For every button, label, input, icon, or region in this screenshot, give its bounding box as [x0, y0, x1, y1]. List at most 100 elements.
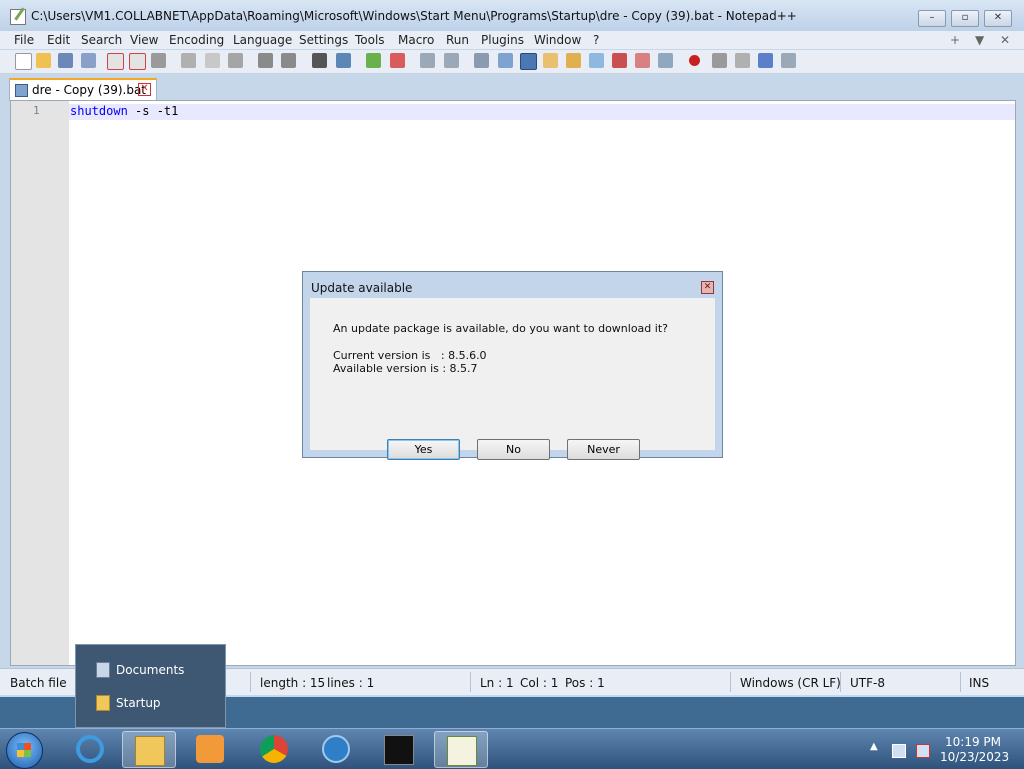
status-filetype: Batch file	[10, 676, 67, 690]
zoom-in-icon[interactable]	[366, 53, 381, 68]
title-bar[interactable]: C:\Users\VM1.COLLABNET\AppData\Roaming\M…	[0, 0, 1024, 32]
sync-horizontal-icon[interactable]	[444, 53, 459, 68]
documents-icon	[96, 662, 110, 678]
code-keyword: shutdown	[70, 104, 128, 118]
taskbar-jump-list: Documents Startup	[75, 644, 226, 728]
play-macro-icon[interactable]	[735, 53, 750, 68]
chrome-taskbar-button[interactable]	[248, 731, 300, 766]
new-tab-menu-icon[interactable]: +	[950, 33, 960, 47]
internet-explorer-icon	[76, 735, 104, 763]
dialog-body: An update package is available, do you w…	[310, 298, 715, 460]
close-file-icon[interactable]	[107, 53, 124, 70]
doc-map-icon[interactable]	[566, 53, 581, 68]
menu-tools[interactable]: Tools	[355, 33, 385, 47]
menu-macro[interactable]: Macro	[398, 33, 434, 47]
zoom-out-icon[interactable]	[390, 53, 405, 68]
dialog-close-icon[interactable]: ✕	[701, 281, 714, 294]
new-file-icon[interactable]	[15, 53, 32, 70]
menu-encoding[interactable]: Encoding	[169, 33, 224, 47]
media-player-taskbar-button[interactable]	[184, 731, 236, 766]
folder-as-workspace-icon[interactable]	[612, 53, 627, 68]
tab-list-menu-icon[interactable]: ▼	[975, 33, 984, 47]
jump-item-startup[interactable]: Startup	[96, 693, 216, 713]
status-divider	[470, 672, 471, 692]
user-language-icon[interactable]	[543, 53, 558, 68]
media-player-icon	[196, 735, 224, 763]
save-all-icon[interactable]	[81, 53, 96, 68]
menu-view[interactable]: View	[130, 33, 158, 47]
tab-close-icon[interactable]: ✕	[138, 83, 151, 96]
find-icon[interactable]	[312, 53, 327, 68]
save-icon[interactable]	[58, 53, 73, 68]
status-divider	[840, 672, 841, 692]
line-number: 1	[33, 104, 40, 117]
status-length: length : 15	[260, 676, 326, 690]
function-list-icon[interactable]	[589, 53, 604, 68]
update-available-dialog: Update available ✕ An update package is …	[302, 271, 723, 460]
never-button[interactable]: Never	[567, 439, 640, 460]
menu-file[interactable]: File	[14, 33, 34, 47]
replace-icon[interactable]	[336, 53, 351, 68]
indent-guide-icon[interactable]	[520, 53, 537, 70]
menu-search[interactable]: Search	[81, 33, 122, 47]
record-macro-icon[interactable]	[689, 55, 700, 66]
run-macro-multiple-icon[interactable]	[758, 53, 773, 68]
status-col: Col : 1	[520, 676, 559, 690]
jump-item-documents[interactable]: Documents	[96, 660, 216, 680]
close-doc-menu-icon[interactable]: ✕	[1000, 33, 1010, 47]
windows-start-icon[interactable]	[6, 732, 43, 769]
network-app-icon	[322, 735, 350, 763]
clipboard-history-icon[interactable]	[635, 53, 650, 68]
minimize-button[interactable]: –	[918, 10, 946, 27]
status-divider	[730, 672, 731, 692]
dialog-message: An update package is available, do you w…	[333, 322, 668, 335]
command-prompt-taskbar-button[interactable]	[372, 731, 424, 766]
copy-icon[interactable]	[205, 53, 220, 68]
tab-label: dre - Copy (39).bat	[32, 83, 147, 97]
notepad-plus-plus-taskbar-button[interactable]	[434, 731, 488, 768]
word-wrap-icon[interactable]	[474, 53, 489, 68]
undo-icon[interactable]	[258, 53, 273, 68]
yes-button[interactable]: Yes	[387, 439, 460, 460]
close-all-icon[interactable]	[129, 53, 146, 70]
line-number-gutter	[11, 101, 69, 665]
menu-plugins[interactable]: Plugins	[481, 33, 524, 47]
notepad-plus-plus-app-icon[interactable]	[10, 9, 26, 25]
current-version-text: Current version is : 8.5.6.0	[333, 349, 487, 362]
internet-explorer-taskbar-button[interactable]	[64, 731, 116, 766]
paste-icon[interactable]	[228, 53, 243, 68]
print-icon[interactable]	[151, 53, 166, 68]
monitoring-icon[interactable]	[658, 53, 673, 68]
tab-dre-copy-39[interactable]: dre - Copy (39).bat ✕	[9, 78, 157, 101]
window-title: C:\Users\VM1.COLLABNET\AppData\Roaming\M…	[31, 9, 797, 23]
sync-vertical-icon[interactable]	[420, 53, 435, 68]
status-pos: Pos : 1	[565, 676, 605, 690]
open-file-icon[interactable]	[36, 53, 51, 68]
menu-window[interactable]: Window	[534, 33, 581, 47]
jump-item-label: Documents	[116, 663, 185, 677]
network-app-taskbar-button[interactable]	[310, 731, 362, 766]
volume-muted-icon[interactable]	[916, 744, 930, 758]
show-hidden-icons-icon[interactable]: ▲	[870, 741, 882, 753]
stop-macro-icon[interactable]	[712, 53, 727, 68]
status-divider	[960, 672, 961, 692]
status-divider	[250, 672, 251, 692]
network-icon[interactable]	[892, 744, 906, 758]
maximize-button[interactable]: ▫	[951, 10, 979, 27]
saved-file-icon	[15, 84, 28, 97]
menu-settings[interactable]: Settings	[299, 33, 348, 47]
menu-run[interactable]: Run	[446, 33, 469, 47]
cut-icon[interactable]	[181, 53, 196, 68]
system-clock[interactable]: 10:19 PM 10/23/2023	[940, 735, 1009, 765]
menu-language[interactable]: Language	[233, 33, 292, 47]
redo-icon[interactable]	[281, 53, 296, 68]
file-explorer-taskbar-button[interactable]	[122, 731, 176, 768]
show-all-chars-icon[interactable]	[498, 53, 513, 68]
no-button[interactable]: No	[477, 439, 550, 460]
menu-edit[interactable]: Edit	[47, 33, 70, 47]
save-macro-icon[interactable]	[781, 53, 796, 68]
file-explorer-icon	[135, 736, 165, 766]
close-window-button[interactable]: ✕	[984, 10, 1012, 27]
menu-help[interactable]: ?	[593, 33, 599, 47]
code-line[interactable]: shutdown -s -t1	[70, 104, 178, 118]
